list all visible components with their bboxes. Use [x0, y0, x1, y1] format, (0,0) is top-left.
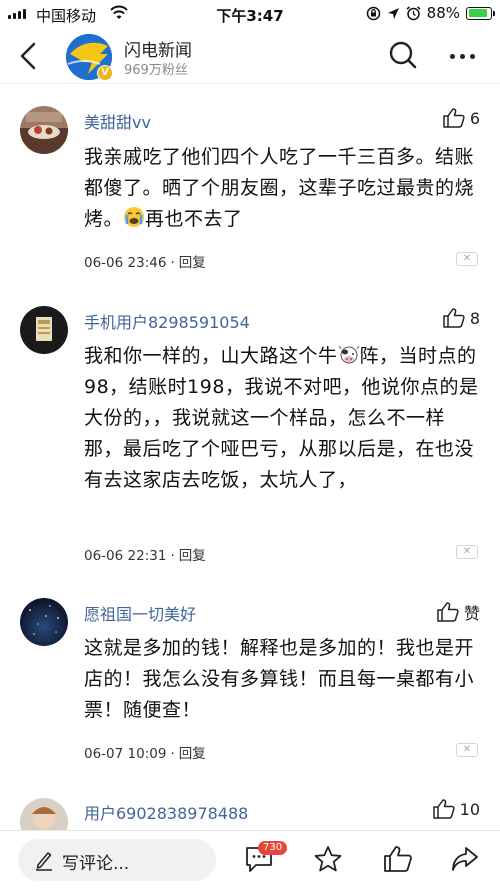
write-comment-input[interactable]: 写评论...: [18, 839, 216, 881]
account-name[interactable]: 闪电新闻: [124, 36, 192, 61]
avatar[interactable]: [20, 306, 68, 354]
comment-item: 手机用户8298591054 8 我和你一样的，山大路这个牛 阵，当时点的98，结…: [0, 284, 500, 584]
reply-button[interactable]: 回复: [179, 746, 206, 762]
comment-date: 06-07 10:09: [84, 746, 167, 762]
close-icon[interactable]: ✕: [456, 743, 478, 757]
search-icon[interactable]: [388, 40, 418, 70]
comment-text: 这就是多加的钱！解释也是多加的！我也是开店的！我怎么没有多算钱！而且每一桌都有小…: [84, 637, 475, 721]
share-icon[interactable]: [450, 845, 480, 873]
like-count: 赞: [463, 604, 480, 623]
comment-text: 我和你一样的，山大路这个牛 阵，当时点的98，结账时198，我说不对吧，他说你点的…: [84, 345, 479, 491]
rotation-lock-icon: [366, 6, 380, 20]
comment-text: 我亲戚吃了他们四个人吃了一千三百多。结账都傻了。晒了个朋友圈，这辈子吃过最贵的烧…: [84, 146, 475, 230]
comment-item: 用户6902838978488 10: [0, 784, 500, 846]
pen-icon: [36, 852, 52, 871]
thumbs-up-icon: [443, 108, 465, 128]
like-button[interactable]: 6: [443, 108, 480, 128]
comment-username[interactable]: 手机用户8298591054: [84, 309, 250, 333]
write-comment-placeholder: 写评论...: [62, 854, 130, 874]
battery-percent: 88%: [426, 4, 460, 22]
like-count: 8: [469, 308, 480, 328]
comment-item: 愿祖国一切美好 赞 这就是多加的钱！解释也是多加的！我也是开店的！我怎么没有多算…: [0, 584, 500, 784]
comment-username[interactable]: 用户6902838978488: [84, 800, 248, 824]
battery-icon: [466, 6, 495, 20]
thumbs-up-icon: [443, 308, 465, 328]
comment-count-badge: 730: [258, 841, 288, 855]
comment-meta: 06-06 22:31 · 回复: [84, 548, 206, 564]
comment-date: 06-06 22:31: [84, 548, 167, 564]
cow-face-icon: [337, 345, 360, 364]
reply-button[interactable]: 回复: [179, 548, 206, 564]
comment-item: 美甜甜vv 6 我亲戚吃了他们四个人吃了一千三百多。结账都傻了。晒了个朋友圈，这…: [0, 84, 500, 284]
location-icon: [387, 7, 399, 19]
thumbs-up-icon: [437, 602, 459, 622]
comment-username[interactable]: 美甜甜vv: [84, 109, 151, 133]
like-button[interactable]: 10: [432, 799, 480, 819]
header: V 闪电新闻 969万粉丝: [0, 28, 500, 84]
back-arrow-icon[interactable]: [14, 40, 44, 72]
like-button[interactable]: 8: [443, 308, 480, 328]
comment-meta: 06-07 10:09 · 回复: [84, 746, 206, 762]
comment-date: 06-06 23:46: [84, 255, 167, 271]
comment-username[interactable]: 愿祖国一切美好: [84, 601, 196, 625]
crying-face-icon: [124, 207, 145, 227]
status-bar: 中国移动 下午3:47 88%: [0, 0, 500, 28]
close-icon[interactable]: ✕: [456, 252, 478, 266]
like-count: 6: [469, 108, 480, 128]
reply-button[interactable]: 回复: [179, 255, 206, 271]
alarm-icon: [406, 5, 421, 20]
follower-count: 969万粉丝: [124, 63, 188, 78]
verified-badge: V: [97, 65, 113, 81]
like-button[interactable]: 赞: [437, 600, 480, 624]
avatar[interactable]: [20, 598, 68, 646]
thumbs-up-icon: [432, 799, 455, 819]
more-icon[interactable]: [450, 54, 475, 59]
comment-meta: 06-06 23:46 · 回复: [84, 255, 206, 271]
star-icon[interactable]: [313, 845, 343, 873]
thumbs-up-icon[interactable]: [383, 845, 413, 873]
bottom-bar: 写评论... 730: [0, 830, 500, 889]
close-icon[interactable]: ✕: [456, 545, 478, 559]
avatar[interactable]: [20, 106, 68, 154]
like-count: 10: [459, 799, 480, 819]
